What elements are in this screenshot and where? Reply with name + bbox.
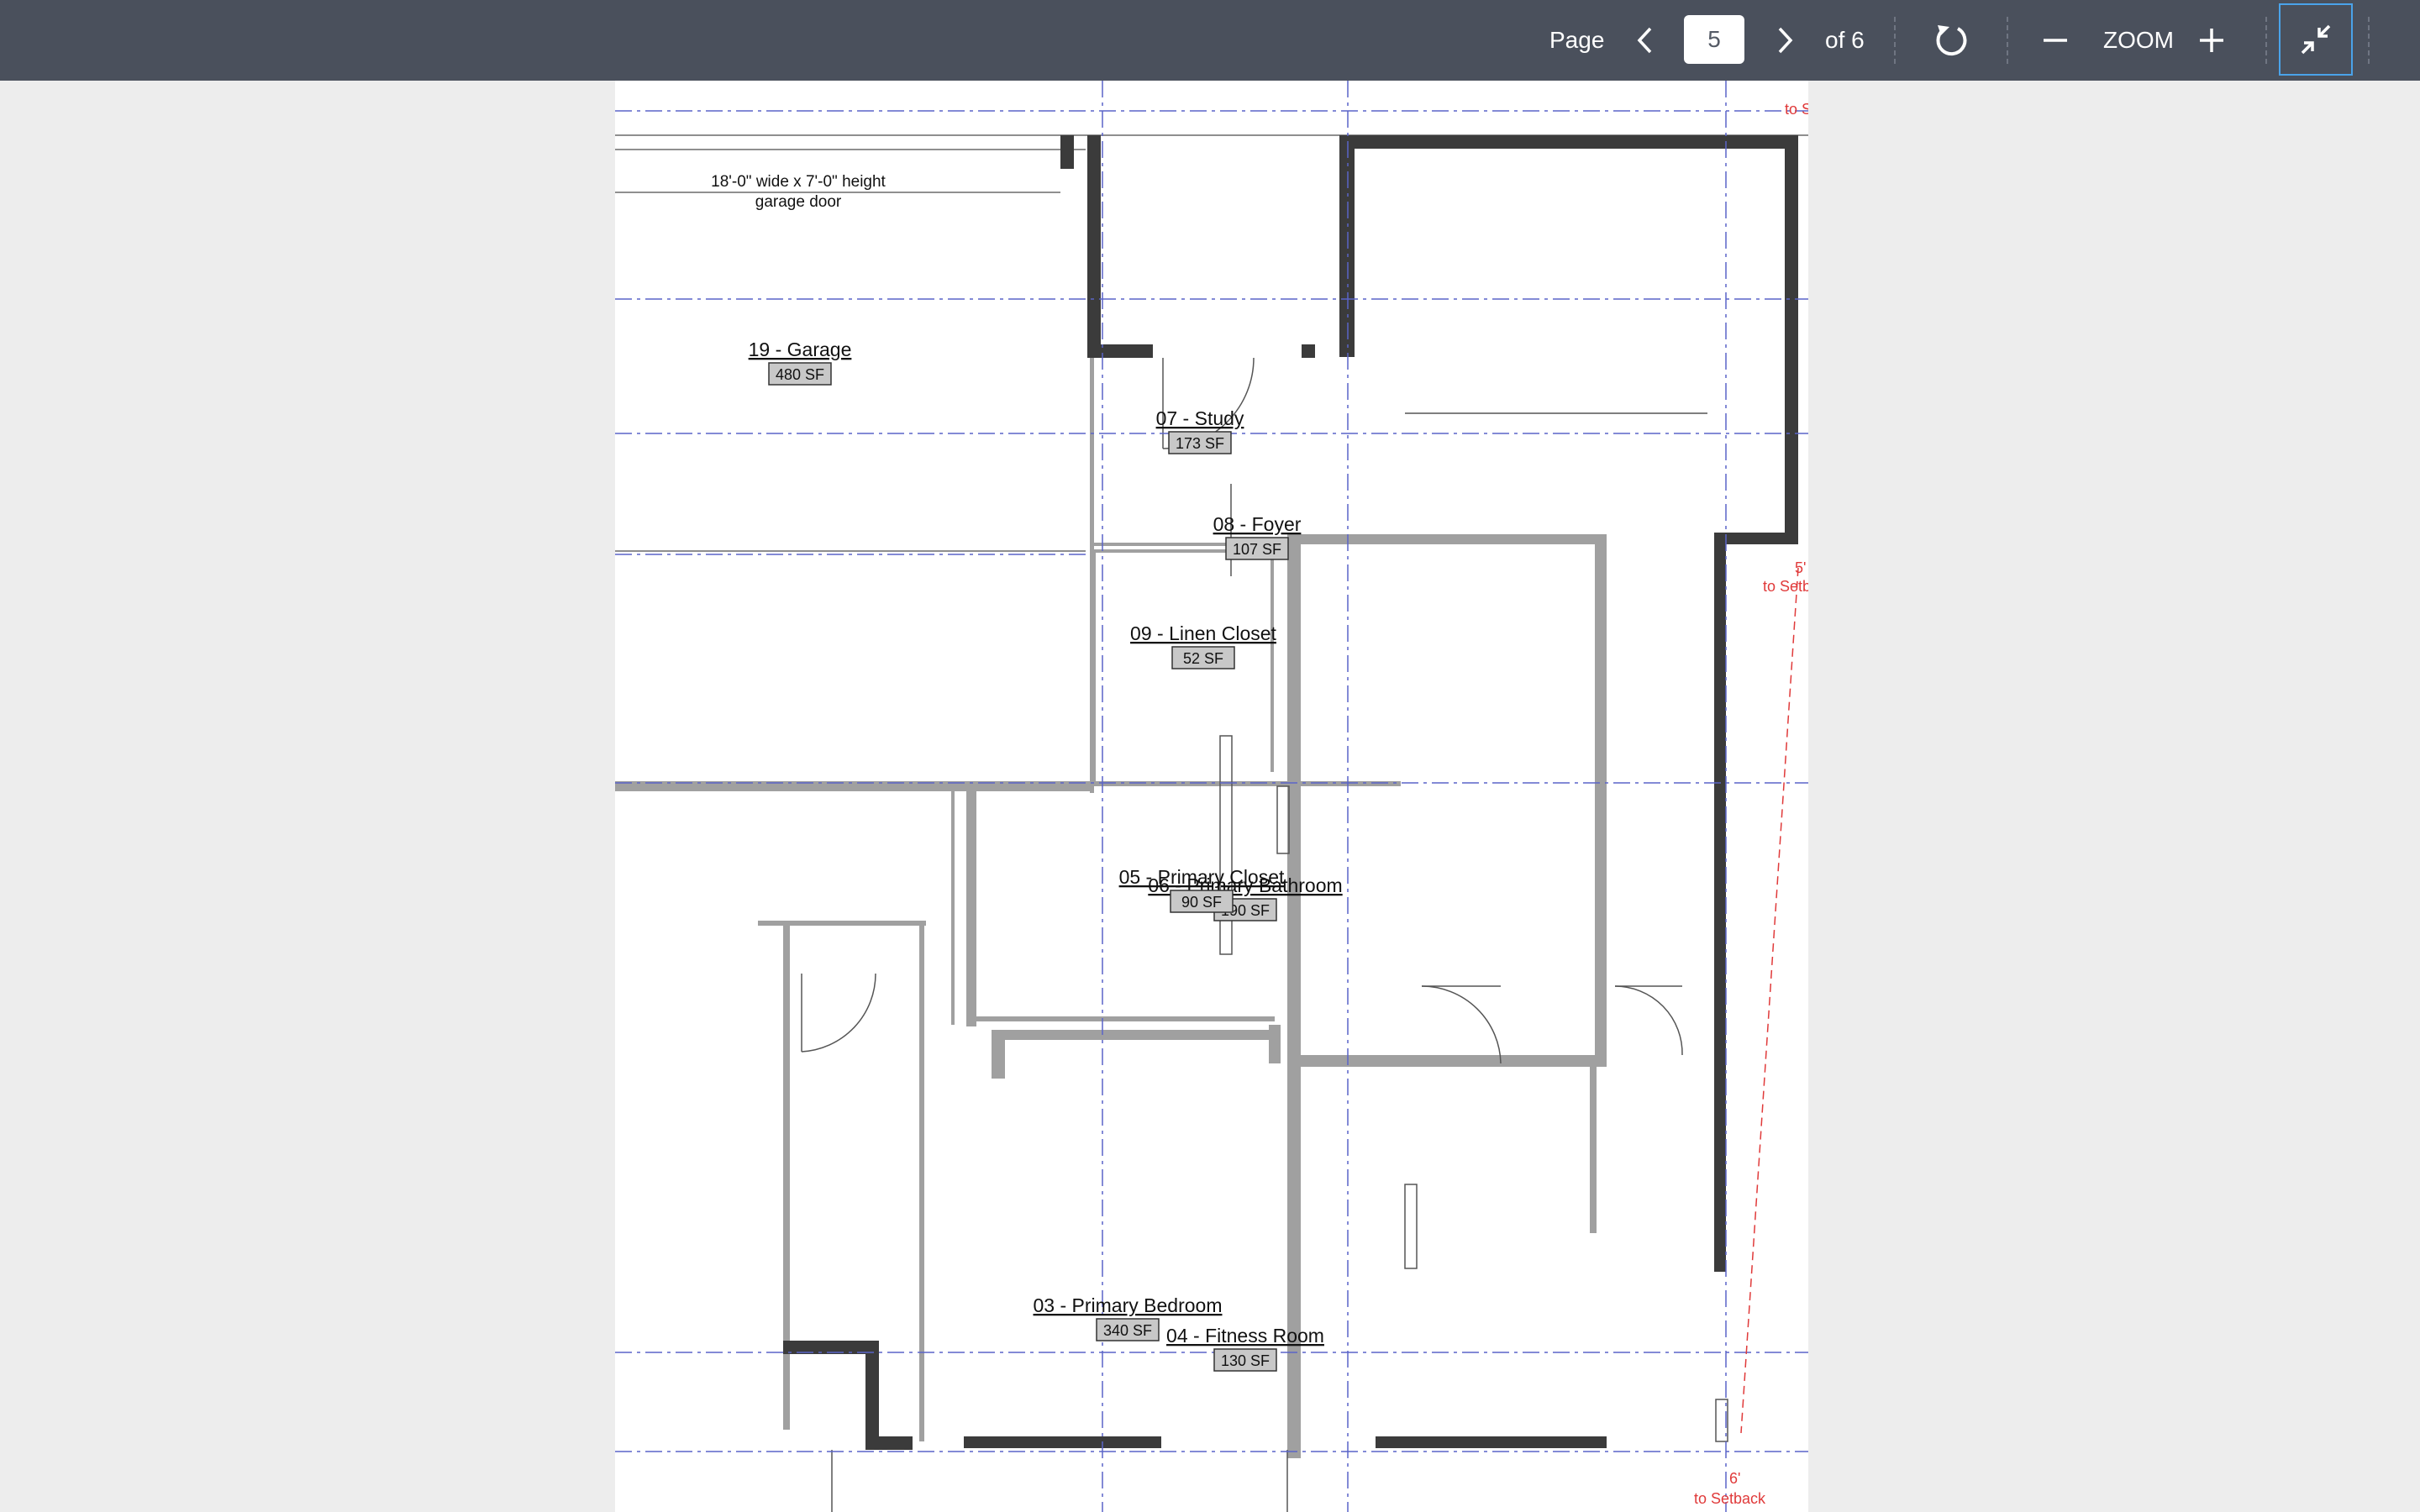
chevron-left-icon xyxy=(1637,27,1652,54)
collapse-icon xyxy=(2301,24,2331,55)
rotate-icon xyxy=(1936,25,1967,56)
rotate-button[interactable] xyxy=(1926,15,1976,66)
pdf-page: 19 - Garage 480 SF 07 - Study 173 SF 08 - Fo… xyxy=(615,81,1808,1512)
page-label: Page xyxy=(1549,27,1605,53)
room-area: 52 SF xyxy=(1183,650,1223,667)
room-name: 03 - Primary Bedroom xyxy=(1034,1294,1223,1316)
setback-label-mid-dim: 5' xyxy=(1795,559,1806,576)
room-area: 340 SF xyxy=(1103,1322,1152,1339)
room-name: 09 - Linen Closet xyxy=(1130,622,1276,644)
room-area: 130 SF xyxy=(1221,1352,1270,1369)
room-area: 90 SF xyxy=(1181,894,1222,911)
room-name: 05 - Primary Closet xyxy=(1119,866,1285,888)
page-number-input[interactable] xyxy=(1684,15,1744,64)
zoom-in-button[interactable] xyxy=(2186,15,2237,66)
zoom-out-button[interactable] xyxy=(2030,15,2081,66)
plus-icon xyxy=(2200,29,2223,52)
toolbar-divider xyxy=(1894,17,1896,64)
minus-icon xyxy=(2044,39,2067,42)
garage-door-note-line1: 18'-0" wide x 7'-0" height xyxy=(711,173,886,191)
room-name: 04 - Fitness Room xyxy=(1166,1325,1324,1347)
setback-label-top: to S xyxy=(1785,101,1808,118)
toolbar-divider xyxy=(2007,17,2008,64)
floor-plan: 19 - Garage 480 SF 07 - Study 173 SF 08 - Fo… xyxy=(615,81,1808,1512)
page-count-label: of 6 xyxy=(1825,27,1865,53)
setback-label-bottom: to Setback xyxy=(1694,1490,1766,1507)
next-page-button[interactable] xyxy=(1760,15,1810,66)
setback-label-mid: to Setb xyxy=(1763,578,1808,595)
room-area: 107 SF xyxy=(1233,541,1281,558)
zoom-label: ZOOM xyxy=(2103,27,2174,53)
chevron-right-icon xyxy=(1778,27,1793,54)
room-area: 480 SF xyxy=(776,366,824,383)
toolbar-divider xyxy=(2368,17,2370,64)
garage-door-note-line2: garage door xyxy=(755,193,842,211)
room-name: 19 - Garage xyxy=(749,339,852,360)
collapse-button[interactable] xyxy=(2279,3,2353,76)
setback-label-bottom-dim: 6' xyxy=(1729,1470,1740,1487)
toolbar-divider xyxy=(2265,17,2267,64)
room-name: 08 - Foyer xyxy=(1213,513,1302,535)
room-name: 07 - Study xyxy=(1156,407,1244,429)
room-area: 173 SF xyxy=(1176,435,1224,452)
pdf-toolbar: Page of 6 ZOOM xyxy=(0,0,2420,81)
prev-page-button[interactable] xyxy=(1620,15,1670,66)
